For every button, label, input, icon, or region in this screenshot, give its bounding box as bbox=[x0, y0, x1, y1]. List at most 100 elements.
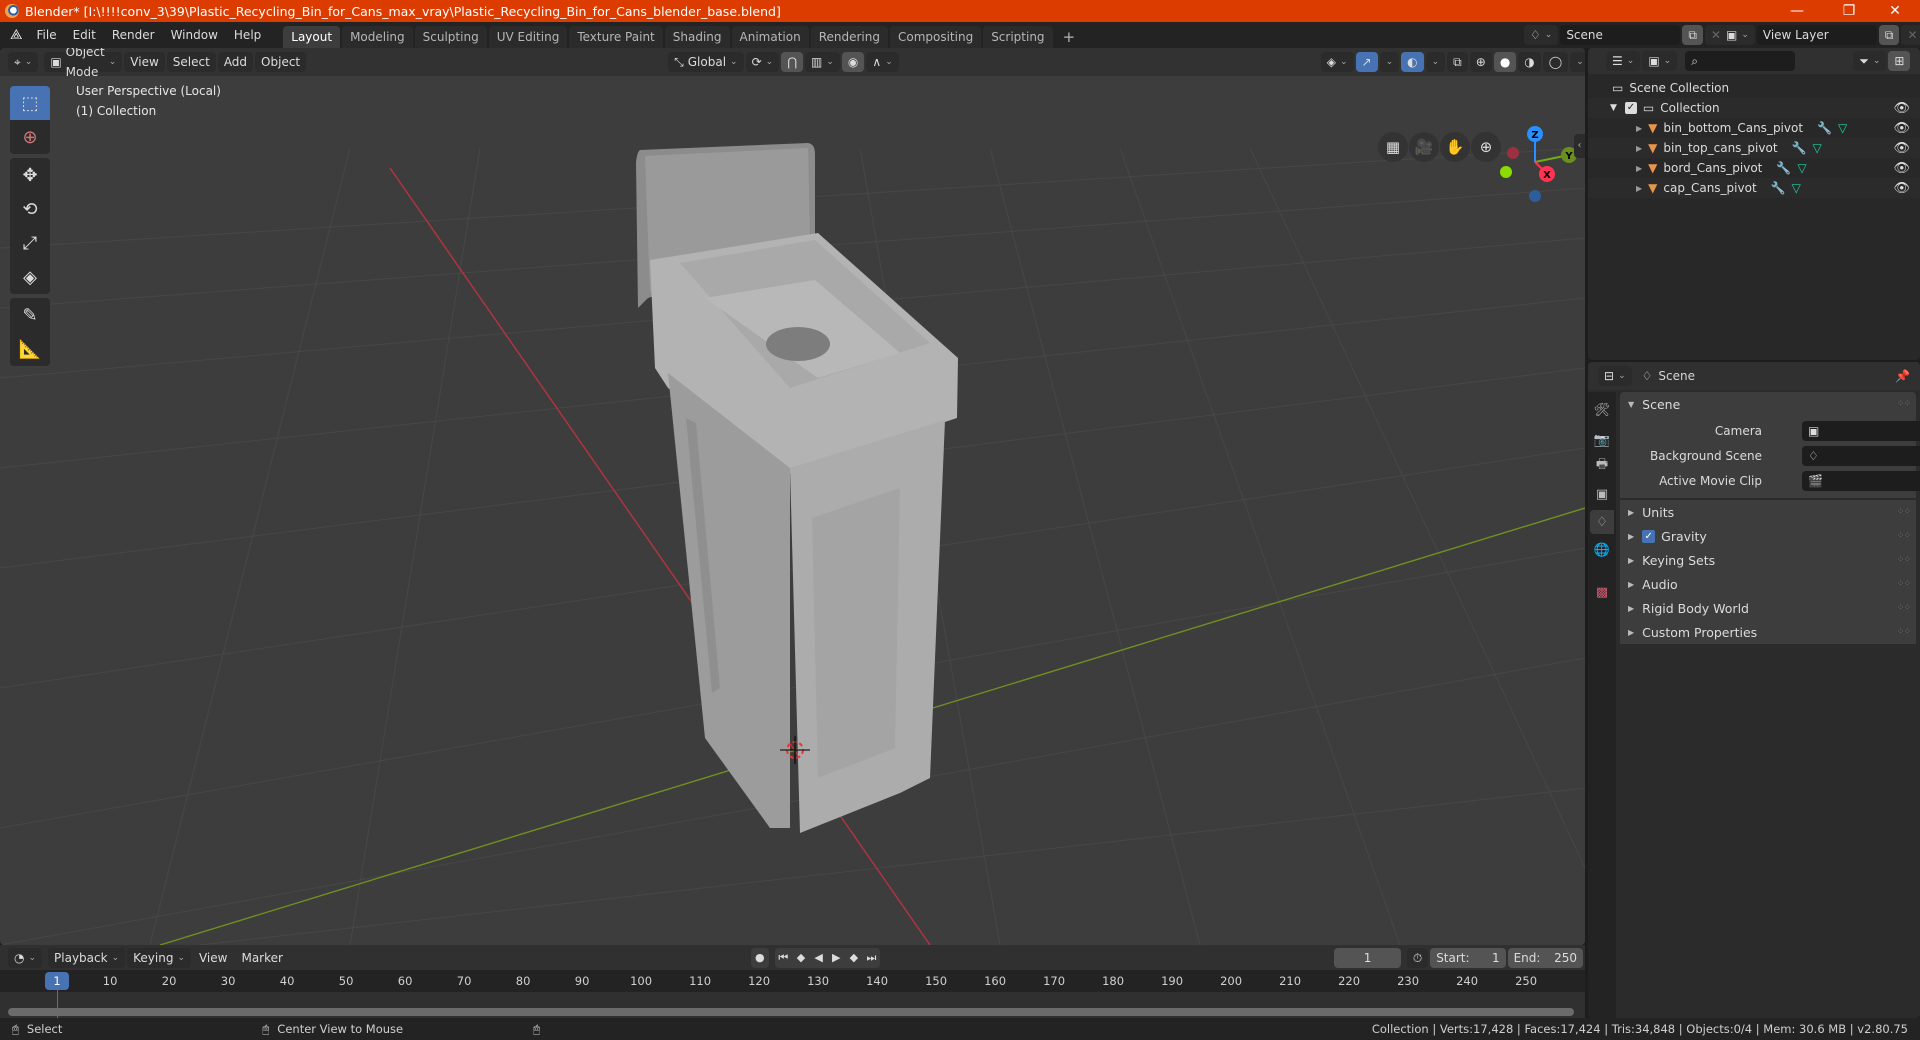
jump-to-start-button[interactable]: ⏮ bbox=[774, 947, 793, 968]
outliner-row-object[interactable]: ▶ ▼ bin_top_cans_pivot 🔧 ▽ 👁 bbox=[1588, 138, 1920, 158]
timeline-editor-type-icon[interactable]: ◔ ⌄ bbox=[8, 947, 43, 968]
tool-move[interactable]: ✥ bbox=[10, 158, 50, 192]
overlay-dropdown[interactable]: ⌄ bbox=[1425, 52, 1446, 72]
scene-name-field[interactable]: Scene bbox=[1560, 25, 1681, 45]
modifier-wrench-icon[interactable]: 🔧 bbox=[1771, 181, 1786, 195]
menu-render[interactable]: Render bbox=[104, 22, 163, 48]
drag-handle-icon[interactable]: ⁘⁘ bbox=[1897, 603, 1911, 613]
start-frame-field[interactable]: Start: 1 bbox=[1430, 947, 1506, 968]
gizmo-neg-x[interactable] bbox=[1507, 147, 1519, 159]
collapse-arrow-icon[interactable]: ▼ bbox=[1610, 103, 1617, 113]
eye-icon[interactable]: 👁 bbox=[1893, 141, 1910, 156]
proportional-falloff-icon[interactable]: ∧ ⌄ bbox=[866, 52, 899, 72]
view-layer-new-icon[interactable]: ⧉ bbox=[1878, 25, 1900, 45]
menu-view[interactable]: View bbox=[124, 52, 165, 72]
eye-icon[interactable]: 👁 bbox=[1893, 101, 1910, 116]
drag-handle-icon[interactable]: ⁘⁘ bbox=[1897, 579, 1911, 589]
timeline-scrollbar[interactable] bbox=[8, 1008, 1574, 1016]
menu-object[interactable]: Object bbox=[255, 52, 307, 72]
menu-help[interactable]: Help bbox=[226, 22, 269, 48]
panel-units[interactable]: ▶ Units ⁘⁘ bbox=[1620, 500, 1916, 524]
timeline-track-area[interactable] bbox=[0, 990, 1585, 1018]
tab-view-layer[interactable]: ▣ bbox=[1590, 482, 1614, 506]
pivot-point-icon[interactable]: ⟳ ⌄ bbox=[745, 52, 780, 72]
panel-keying-sets[interactable]: ▶ Keying Sets ⁘⁘ bbox=[1620, 548, 1916, 572]
new-collection-icon[interactable]: ⊞ bbox=[1888, 51, 1911, 71]
outliner-row-object[interactable]: ▶ ▼ bord_Cans_pivot 🔧 ▽ 👁 bbox=[1588, 158, 1920, 178]
proportional-editing-icon[interactable]: ◉ bbox=[841, 52, 865, 72]
modifier-wrench-icon[interactable]: 🔧 bbox=[1817, 121, 1832, 135]
transform-orientation-selector[interactable]: ⤡ Global ⌄ bbox=[668, 52, 744, 72]
jump-to-end-button[interactable]: ⏭ bbox=[862, 947, 881, 968]
recycling-bin-model[interactable] bbox=[636, 143, 958, 833]
tab-sculpting[interactable]: Sculpting bbox=[414, 26, 487, 48]
view-layer-browse-icon[interactable]: ▣ ⌄ bbox=[1720, 25, 1755, 45]
current-frame-field[interactable]: 1 bbox=[1334, 947, 1401, 968]
snap-target-icon[interactable]: ▥ ⌄ bbox=[805, 52, 840, 72]
tab-scene[interactable]: ♢ bbox=[1590, 510, 1614, 534]
properties-editor-type-icon[interactable]: ⊟ ⌄ bbox=[1598, 366, 1632, 386]
scene-browse-icon[interactable]: ♢ ⌄ bbox=[1524, 25, 1559, 45]
gizmo-toggle-icon[interactable]: ↗ bbox=[1355, 52, 1378, 72]
scene-new-icon[interactable]: ⧉ bbox=[1682, 25, 1703, 45]
preview-range-icon[interactable]: ⏱ bbox=[1406, 947, 1429, 968]
view-layer-name-field[interactable]: View Layer bbox=[1756, 25, 1877, 45]
play-reverse-button[interactable]: ◀ bbox=[809, 947, 828, 968]
close-button[interactable]: ✕ bbox=[1872, 0, 1918, 22]
minimize-button[interactable]: — bbox=[1774, 0, 1820, 22]
prev-keyframe-button[interactable]: ◆ bbox=[792, 947, 810, 968]
drag-handle-icon[interactable]: ⁘⁘ bbox=[1897, 555, 1911, 565]
expand-arrow-icon[interactable]: ▶ bbox=[1636, 164, 1642, 173]
tool-measure[interactable]: 📐 bbox=[10, 332, 50, 366]
snap-toggle-icon[interactable]: ⋂ bbox=[781, 52, 804, 72]
mesh-data-icon[interactable]: ▽ bbox=[1812, 141, 1821, 155]
outliner-row-object[interactable]: ▶ ▼ bin_bottom_Cans_pivot 🔧 ▽ 👁 bbox=[1588, 118, 1920, 138]
menu-add[interactable]: Add bbox=[217, 52, 254, 72]
navigation-gizmo[interactable]: Z Y X bbox=[1490, 88, 1580, 208]
keying-menu[interactable]: Keying ⌄ bbox=[127, 947, 191, 968]
panel-rigid-body-world[interactable]: ▶ Rigid Body World ⁘⁘ bbox=[1620, 596, 1916, 620]
drag-handle-icon[interactable]: ⁘⁘ bbox=[1897, 627, 1911, 637]
tab-layout[interactable]: Layout bbox=[283, 26, 341, 48]
eye-icon[interactable]: 👁 bbox=[1893, 121, 1910, 136]
play-button[interactable]: ▶ bbox=[827, 947, 845, 968]
timeline-view-menu[interactable]: View bbox=[193, 948, 233, 968]
tab-texture-paint[interactable]: Texture Paint bbox=[569, 26, 663, 48]
outliner-editor-type-icon[interactable]: ☰ ⌄ bbox=[1606, 51, 1641, 71]
end-frame-field[interactable]: End: 250 bbox=[1507, 947, 1583, 968]
view-layer-delete-icon[interactable]: ✕ bbox=[1901, 25, 1920, 45]
playhead-frame-indicator[interactable]: 1 bbox=[45, 972, 69, 990]
gizmo-dropdown[interactable]: ⌄ bbox=[1379, 52, 1400, 72]
marker-menu[interactable]: Marker bbox=[235, 948, 288, 968]
tab-world[interactable]: 🌐 bbox=[1590, 538, 1614, 562]
expand-arrow-icon[interactable]: ▶ bbox=[1636, 124, 1642, 133]
gravity-checkbox[interactable]: ✓ bbox=[1642, 529, 1656, 543]
xray-toggle-icon[interactable]: ⧉ bbox=[1447, 52, 1468, 72]
record-button[interactable]: ● bbox=[750, 947, 769, 968]
3d-viewport[interactable]: ⌖ ⌄ ▣ Object Mode ⌄ View Select Add Object … bbox=[0, 48, 1585, 945]
shading-rendered-icon[interactable]: ◯ bbox=[1542, 52, 1569, 72]
panel-audio[interactable]: ▶ Audio ⁘⁘ bbox=[1620, 572, 1916, 596]
visibility-selector-icon[interactable]: ◈ ⌄ bbox=[1320, 52, 1354, 72]
drag-handle-icon[interactable]: ⁘⁘ bbox=[1897, 507, 1911, 517]
tab-texture[interactable]: ▩ bbox=[1590, 580, 1614, 604]
gizmo-neg-y[interactable] bbox=[1500, 166, 1512, 178]
panel-custom-properties[interactable]: ▶ Custom Properties ⁘⁘ bbox=[1620, 620, 1916, 644]
menu-select[interactable]: Select bbox=[166, 52, 216, 72]
outliner-row-scene-collection[interactable]: ▭ Scene Collection bbox=[1588, 78, 1920, 98]
menu-file[interactable]: File bbox=[29, 22, 65, 48]
outliner-row-object[interactable]: ▶ ▼ cap_Cans_pivot 🔧 ▽ 👁 bbox=[1588, 178, 1920, 198]
next-keyframe-button[interactable]: ◆ bbox=[845, 947, 863, 968]
modifier-wrench-icon[interactable]: 🔧 bbox=[1792, 141, 1807, 155]
menu-edit[interactable]: Edit bbox=[65, 22, 104, 48]
filter-icon[interactable]: ⏷ ⌄ bbox=[1853, 51, 1887, 71]
toggle-camera-view-button[interactable]: 🎥 bbox=[1409, 132, 1439, 162]
shading-solid-icon[interactable]: ● bbox=[1493, 52, 1517, 72]
sidebar-toggle-icon[interactable]: ‹ bbox=[1574, 134, 1585, 158]
active-movie-clip-field[interactable]: 🎬 bbox=[1802, 471, 1920, 491]
tool-cursor[interactable]: ⊕ bbox=[10, 120, 50, 154]
display-mode-icon[interactable]: ▣ ⌄ bbox=[1642, 51, 1678, 71]
tool-transform[interactable]: ◈ bbox=[10, 260, 50, 294]
timeline-ruler[interactable]: 10 20 30 40 50 60 70 80 90 100 110 120 130 140 150 160 1… bbox=[0, 970, 1585, 992]
tab-modeling[interactable]: Modeling bbox=[342, 26, 413, 48]
